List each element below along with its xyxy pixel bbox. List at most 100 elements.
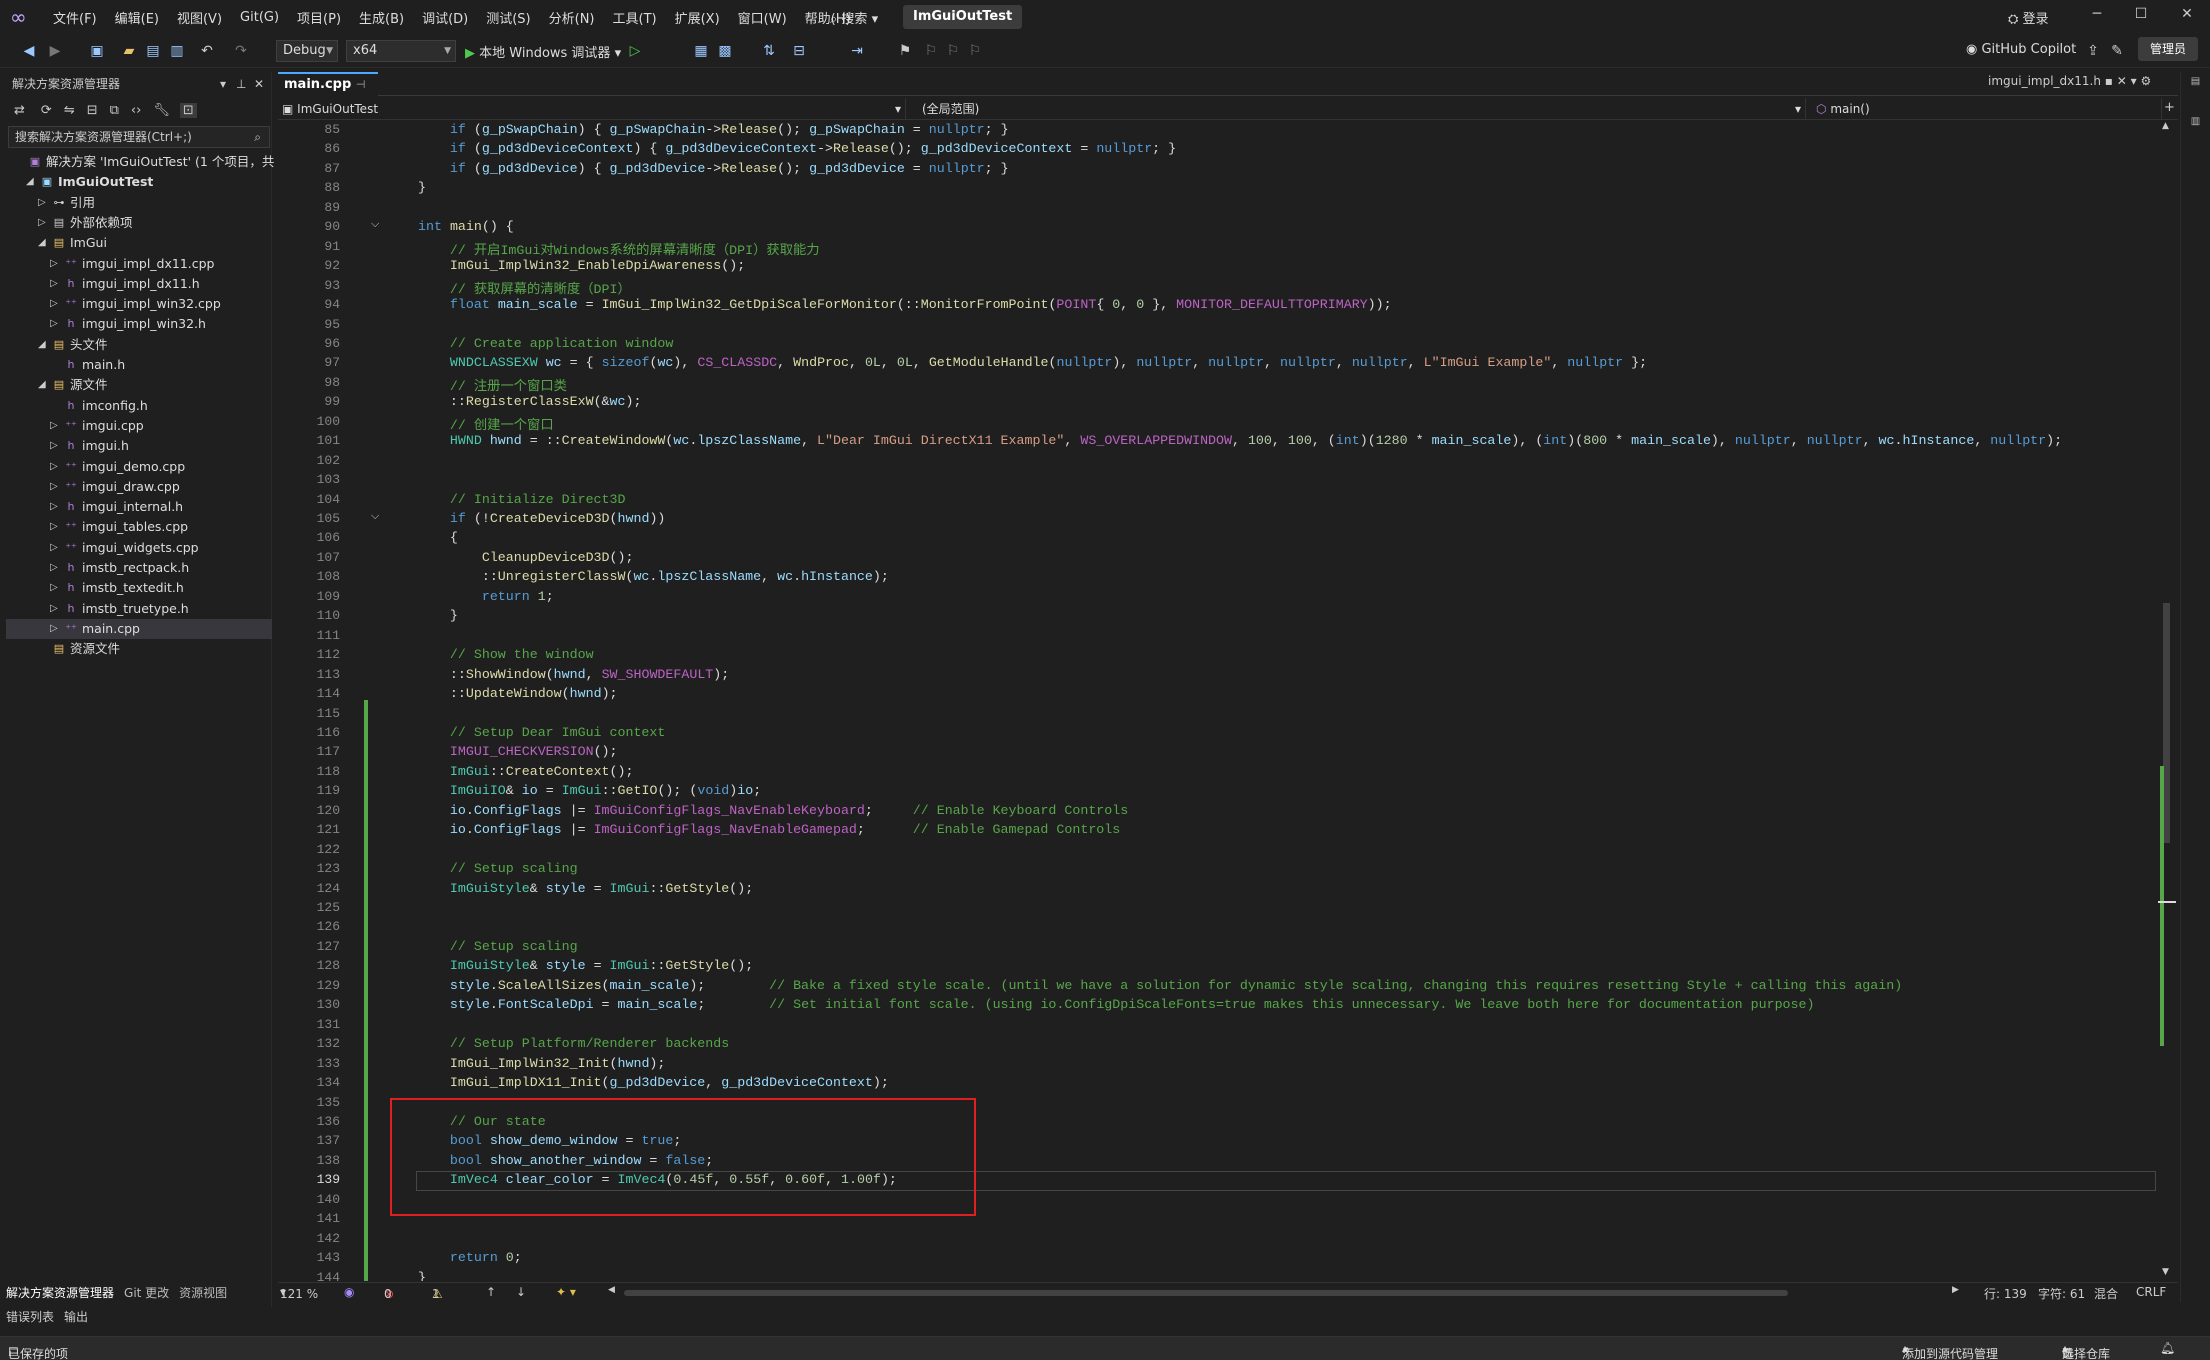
tree-item[interactable]: ▷ ⁺⁺ imgui_tables.cpp [6, 517, 272, 537]
collapsed-arrow-icon[interactable]: ▷ [50, 254, 60, 274]
tree-item[interactable]: ▷ h imstb_textedit.h [6, 578, 272, 598]
pending-changes-icon[interactable]: ⇋ [64, 103, 75, 118]
search-button[interactable]: ⌕ 搜索 ▾ [830, 8, 878, 27]
select-repository-button[interactable]: ▥ 选择仓库 ▴ [2062, 1341, 2110, 1360]
indent-icon[interactable]: ⇥ [848, 42, 866, 60]
tree-item[interactable]: ◢ ▤ 头文件 [6, 335, 272, 355]
preview-icon[interactable]: ⊡ [179, 102, 197, 118]
show-all-files-icon[interactable]: ⧉ [110, 103, 119, 118]
add-to-source-control-button[interactable]: ↑ 添加到源代码管理 ▴ [1902, 1341, 1998, 1360]
code-line[interactable]: io.ConfigFlags |= ImGuiConfigFlags_NavEn… [418, 803, 1128, 818]
close-tab-icon[interactable]: ✕ [2117, 74, 2127, 88]
platform-dropdown[interactable]: x64 ▼ [346, 40, 456, 62]
toolbox-rail-tab[interactable]: ▥ [2187, 116, 2201, 127]
code-line[interactable]: float main_scale = ImGui_ImplWin32_GetDp… [418, 297, 1392, 312]
save-icon[interactable]: ▤ [144, 42, 162, 60]
tree-item[interactable]: ▷ ▤ 外部依赖项 [6, 213, 272, 233]
tree-item[interactable]: ▷ h imgui_internal.h [6, 497, 272, 517]
panel-dropdown-icon[interactable]: ▾ [220, 72, 226, 96]
project-dropdown[interactable]: ▣ ImGuiOutTest ▾ [278, 98, 906, 120]
forward-icon[interactable]: ▶ [46, 42, 64, 60]
solution-search-input[interactable]: 搜索解决方案资源管理器(Ctrl+;) ⌕ [8, 126, 270, 148]
code-line[interactable]: } [418, 180, 426, 195]
code-line[interactable]: return 1; [418, 589, 554, 604]
collapsed-arrow-icon[interactable]: ▷ [50, 436, 60, 456]
menu-item[interactable]: 文件(F) [44, 8, 106, 27]
notifications-icon[interactable]: 🔔︎ [2160, 1341, 2175, 1355]
tree-item[interactable]: ◢ ▤ ImGui [6, 233, 272, 253]
menu-item[interactable]: 窗口(W) [729, 8, 796, 27]
menu-item[interactable]: 项目(P) [288, 8, 350, 27]
tree-item[interactable]: ◢ ▤ 源文件 [6, 375, 272, 395]
clear-bookmarks-icon[interactable]: ⚐ [966, 42, 984, 60]
sync-icon[interactable]: ⇄ [14, 103, 25, 118]
menu-item[interactable]: 视图(V) [168, 8, 231, 27]
code-line[interactable]: ImGui_ImplDX11_Init(g_pd3dDevice, g_pd3d… [418, 1075, 889, 1090]
properties-rail-tab[interactable]: ▤ [2187, 76, 2201, 87]
browser-link-icon[interactable]: ▦ [692, 42, 710, 60]
code-line[interactable]: HWND hwnd = ::CreateWindowW(wc.lpszClass… [418, 433, 2062, 448]
pin-icon[interactable]: ⊣ [356, 78, 366, 91]
code-line[interactable]: } [418, 1270, 426, 1281]
code-line[interactable]: ::ShowWindow(hwnd, SW_SHOWDEFAULT); [418, 667, 729, 682]
scope-dropdown[interactable]: (全局范围) ▾ [918, 98, 1806, 120]
code-line[interactable]: ImGui_ImplWin32_EnableDpiAwareness(); [418, 258, 745, 273]
collapsed-arrow-icon[interactable]: ▷ [50, 599, 60, 619]
panel-tab[interactable]: 解决方案资源管理器 [6, 1284, 114, 1301]
member-dropdown[interactable]: ⬡ main() [1812, 98, 2162, 120]
back-icon[interactable]: ◀ [20, 42, 38, 60]
tree-item[interactable]: ▷ h imstb_truetype.h [6, 599, 272, 619]
code-line[interactable]: ::UnregisterClassW(wc.lpszClassName, wc.… [418, 569, 889, 584]
line-ending-indicator[interactable]: CRLF [2136, 1285, 2166, 1299]
tree-item[interactable]: ▷ h imgui.h [6, 436, 272, 456]
next-issue-icon[interactable]: ↓ [516, 1285, 526, 1299]
undo-icon[interactable]: ↶ [198, 42, 216, 60]
code-line[interactable]: // 注册一个窗口类 [418, 375, 567, 394]
panel-tab[interactable]: Git 更改 [124, 1284, 169, 1301]
code-line[interactable]: // 获取屏幕的清晰度（DPI） [418, 278, 631, 297]
code-line[interactable]: // Setup scaling [418, 861, 578, 876]
tree-item[interactable]: ◢ ▣ ImGuiOutTest [6, 172, 272, 192]
configuration-dropdown[interactable]: Debug ▼ [276, 40, 338, 62]
collapsed-arrow-icon[interactable]: ▷ [50, 416, 60, 436]
fold-toggle-icon[interactable]: ⌵ [371, 511, 379, 523]
prev-bookmark-icon[interactable]: ⚐ [922, 42, 940, 60]
code-line[interactable]: ::RegisterClassExW(&wc); [418, 394, 642, 409]
open-folder-icon[interactable]: ▰ [120, 42, 138, 60]
new-project-icon[interactable]: ▣ [88, 42, 106, 60]
tree-item[interactable]: ▷ ⊶ 引用 [6, 193, 272, 213]
code-line[interactable]: // Show the window [418, 647, 594, 662]
close-panel-icon[interactable]: ✕ [254, 72, 264, 96]
code-line[interactable]: // 创建一个窗口 [418, 414, 554, 433]
menu-item[interactable]: Git(G) [231, 10, 288, 25]
code-line[interactable]: int main() { [418, 219, 514, 234]
collapsed-arrow-icon[interactable]: ▷ [38, 193, 48, 213]
code-line[interactable]: if (g_pSwapChain) { g_pSwapChain->Releas… [418, 122, 1009, 137]
tree-item[interactable]: ▷ ⁺⁺ imgui_impl_win32.cpp [6, 294, 272, 314]
start-without-debugging-icon[interactable]: ▷ [626, 42, 644, 60]
code-line[interactable]: // Setup scaling [418, 939, 578, 954]
tree-item[interactable]: ▷ ⁺⁺ imgui_draw.cpp [6, 477, 272, 497]
comment-icon[interactable]: ⊟ [790, 42, 808, 60]
code-line[interactable]: return 0; [418, 1250, 522, 1265]
login-button[interactable]: ⛭ 登录 [2008, 8, 2049, 27]
code-line[interactable]: } [418, 608, 458, 623]
history-icon[interactable]: ⟳ [41, 103, 52, 118]
start-debugging-button[interactable]: ▶ 本地 Windows 调试器 ▾ [465, 42, 621, 61]
code-line[interactable]: IMGUI_CHECKVERSION(); [418, 744, 618, 759]
whitespace-indicator[interactable]: 混合 [2094, 1285, 2118, 1302]
collapsed-arrow-icon[interactable]: ▷ [50, 457, 60, 477]
tree-item[interactable]: ▷ ⁺⁺ main.cpp [6, 618, 272, 639]
redo-icon[interactable]: ↷ [232, 42, 250, 60]
code-line[interactable]: // 开启ImGui对Windows系统的屏幕清晰度（DPI）获取能力 [418, 239, 820, 258]
code-line[interactable]: ImGuiIO& io = ImGui::GetIO(); (void)io; [418, 783, 761, 798]
menu-item[interactable]: 生成(B) [350, 8, 413, 27]
scroll-thumb[interactable] [2163, 603, 2170, 843]
menu-item[interactable]: 分析(N) [540, 8, 604, 27]
settings-icon[interactable]: ⚙ [2141, 74, 2152, 88]
pin-icon[interactable]: ⊥ [236, 72, 246, 96]
code-line[interactable]: if (g_pd3dDevice) { g_pd3dDevice->Releas… [418, 161, 1009, 176]
code-view-icon[interactable]: ‹› [131, 103, 141, 118]
menu-item[interactable]: 编辑(E) [106, 8, 168, 27]
collapsed-arrow-icon[interactable]: ▷ [50, 477, 60, 497]
